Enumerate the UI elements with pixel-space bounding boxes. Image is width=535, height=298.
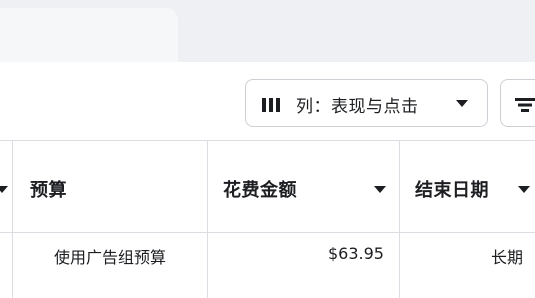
- sort-caret-icon[interactable]: [374, 186, 386, 193]
- sort-caret-icon[interactable]: [518, 186, 530, 193]
- column-header-end-date[interactable]: 结束日期: [415, 176, 489, 202]
- cell-end-date: 长期: [491, 248, 524, 267]
- column-divider: [12, 140, 13, 298]
- column-divider: [399, 140, 400, 298]
- column-divider: [207, 140, 208, 298]
- cell-budget: 使用广告组预算: [54, 248, 167, 267]
- cell-amount-spent: $63.95: [328, 244, 384, 263]
- column-header-amount-spent[interactable]: 花费金额: [223, 176, 297, 202]
- active-tab[interactable]: [0, 8, 178, 62]
- breakdown-button[interactable]: [500, 79, 535, 127]
- columns-icon: [262, 97, 282, 112]
- columns-dropdown-button[interactable]: 列：表现与点击: [245, 79, 488, 127]
- columns-button-label: 列：表现与点击: [296, 97, 419, 117]
- sort-caret-icon[interactable]: [0, 186, 8, 193]
- breakdown-icon: [515, 97, 535, 112]
- chevron-down-icon: [456, 100, 468, 107]
- tab-strip: [0, 0, 535, 62]
- column-header-budget[interactable]: 预算: [30, 176, 67, 202]
